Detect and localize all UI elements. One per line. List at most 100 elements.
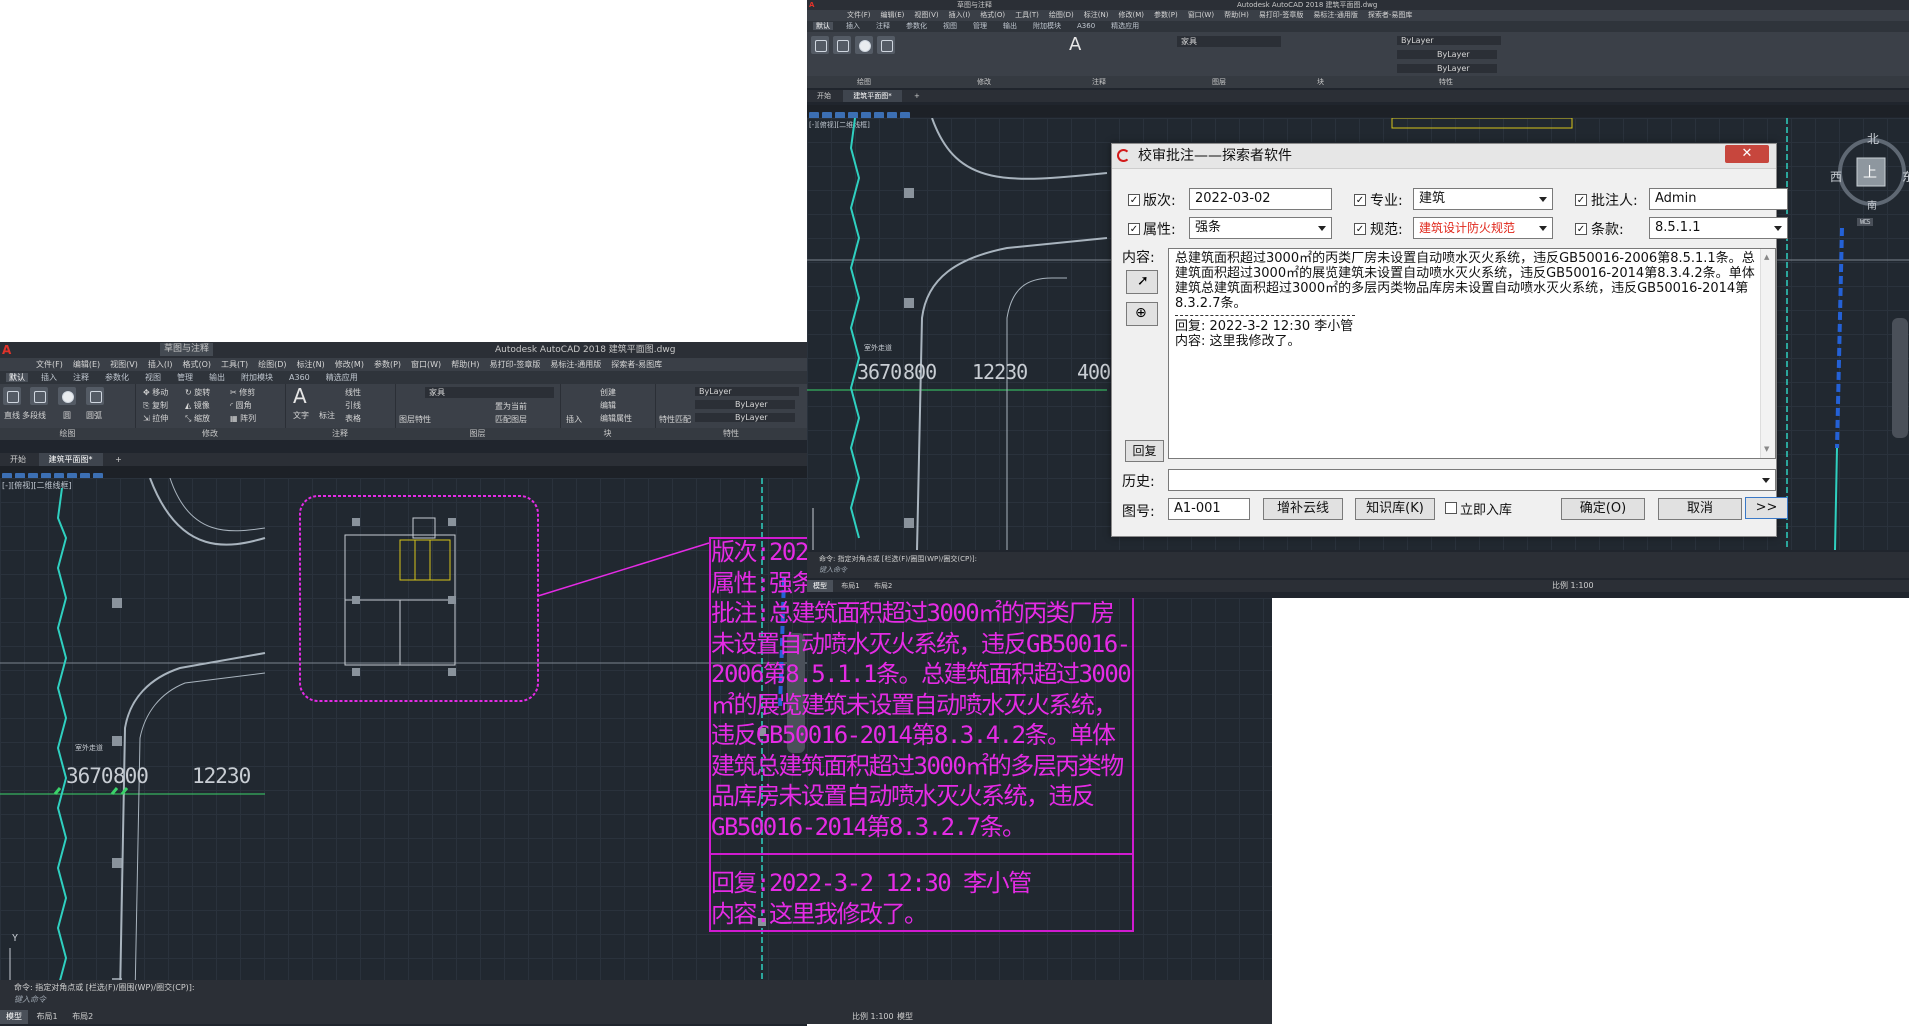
ribbon-tab[interactable]: 输出: [206, 373, 228, 382]
scale-tool[interactable]: ⤡ 缩放: [185, 413, 210, 424]
viewcube-top[interactable]: 上: [1863, 162, 1877, 182]
ribbon-tab[interactable]: 注释: [873, 22, 893, 30]
reply-button[interactable]: 回复: [1125, 440, 1164, 462]
ribbon-tab[interactable]: 精选应用: [323, 373, 361, 382]
layer-properties-tool[interactable]: 图层特性: [399, 414, 431, 425]
edit-block-tool[interactable]: 编辑: [600, 400, 616, 411]
workspace-selector[interactable]: 草图与注释: [957, 0, 992, 10]
menu-item[interactable]: 修改(M): [1118, 11, 1144, 19]
attribute-select[interactable]: 强条: [1189, 217, 1332, 239]
attribute-checkbox[interactable]: ✓: [1128, 223, 1140, 235]
menu-item[interactable]: 探索者-易图库: [611, 360, 662, 369]
match-properties-tool[interactable]: 特性匹配: [659, 414, 691, 425]
tab-start[interactable]: 开始: [807, 90, 841, 102]
knowledge-base-button[interactable]: 知识库(K): [1355, 498, 1435, 520]
ribbon-tab[interactable]: 插入: [843, 22, 863, 30]
ribbon-tab[interactable]: 管理: [970, 22, 990, 30]
new-tab-button[interactable]: +: [105, 453, 132, 466]
major-checkbox[interactable]: ✓: [1354, 194, 1366, 206]
menu-item[interactable]: 探索者-易图库: [1368, 11, 1413, 19]
menu-item[interactable]: 工具(T): [1015, 11, 1039, 19]
menu-item[interactable]: 绘图(D): [258, 360, 286, 369]
menu-item[interactable]: 帮助(H): [1224, 11, 1249, 19]
ribbon-tab[interactable]: 附加模块: [238, 373, 276, 382]
version-checkbox[interactable]: ✓: [1128, 194, 1140, 206]
ribbon-tab[interactable]: 默认: [6, 373, 28, 382]
left-command-line[interactable]: 命令: 指定对角点或 [栏选(F)/圈围(WP)/圈交(CP)]: 键入命令: [0, 980, 807, 1010]
menu-item[interactable]: 参数(P): [1154, 11, 1178, 19]
reviewer-input[interactable]: Admin: [1649, 188, 1788, 210]
arc-tool[interactable]: [877, 36, 895, 54]
pick-point-button[interactable]: ➚: [1126, 270, 1158, 294]
layout-tab-2[interactable]: 布局2: [66, 1010, 99, 1024]
array-tool[interactable]: ▦ 阵列: [230, 413, 256, 424]
code-select[interactable]: 建筑设计防火规范: [1413, 217, 1553, 239]
dim-label[interactable]: 标注: [319, 410, 335, 421]
leader-tool[interactable]: 引线: [345, 400, 361, 411]
autocad-logo-icon[interactable]: A: [809, 0, 814, 10]
clause-select[interactable]: 8.5.1.1: [1649, 217, 1788, 239]
menu-item[interactable]: 视图(V): [914, 11, 938, 19]
layer-dropdown[interactable]: 家具: [425, 387, 554, 398]
trim-tool[interactable]: ✂ 修剪: [230, 387, 255, 398]
ribbon-tab[interactable]: 默认: [813, 22, 833, 30]
clause-checkbox[interactable]: ✓: [1575, 223, 1587, 235]
cancel-button[interactable]: 取消: [1658, 498, 1742, 520]
menu-item[interactable]: 编辑(E): [881, 11, 905, 19]
model-button[interactable]: 模型: [897, 1010, 913, 1024]
right-command-line[interactable]: 命令: 指定对角点或 [栏选(F)/圈围(WP)/圈交(CP)]: 键入命令: [807, 552, 1909, 578]
create-block-tool[interactable]: 创建: [600, 387, 616, 398]
layer-dropdown[interactable]: 家具: [1177, 36, 1281, 47]
ribbon-tab[interactable]: 管理: [174, 373, 196, 382]
layout-tab-model[interactable]: 模型: [807, 580, 833, 592]
wcs-label[interactable]: WCS: [1857, 218, 1873, 226]
stretch-tool[interactable]: ⇲ 拉伸: [143, 413, 168, 424]
match-layer-tool[interactable]: 匹配图层: [495, 414, 527, 425]
circle-tool[interactable]: [58, 387, 76, 405]
menu-item[interactable]: 格式(O): [182, 360, 211, 369]
major-select[interactable]: 建筑: [1413, 188, 1553, 210]
scale-readout[interactable]: 比例 1:100: [1552, 580, 1594, 592]
menu-item[interactable]: 标注(N): [297, 360, 325, 369]
content-scrollbar[interactable]: [1760, 249, 1775, 458]
ribbon-tab[interactable]: 精选应用: [1108, 22, 1142, 30]
table-tool[interactable]: 表格: [345, 413, 361, 424]
menu-item[interactable]: 视图(V): [110, 360, 138, 369]
drawing-no-input[interactable]: A1-001: [1168, 498, 1250, 520]
ribbon-tab[interactable]: 插入: [38, 373, 60, 382]
menu-item[interactable]: 易打印-签章版: [1259, 11, 1304, 19]
command-input[interactable]: 键入命令: [819, 565, 847, 575]
code-checkbox[interactable]: ✓: [1354, 223, 1366, 235]
add-revision-cloud-button[interactable]: 增补云线: [1263, 498, 1343, 520]
locate-button[interactable]: ⊕: [1126, 302, 1158, 326]
menu-item[interactable]: 文件(F): [847, 11, 871, 19]
linetype-dropdown[interactable]: ByLayer: [1397, 50, 1497, 59]
text-tool[interactable]: A: [293, 384, 307, 408]
autocad-logo-icon[interactable]: A: [2, 342, 11, 358]
menu-item[interactable]: 参数(P): [374, 360, 401, 369]
compass-south[interactable]: 南: [1867, 197, 1877, 212]
ribbon-tab[interactable]: 视图: [142, 373, 164, 382]
annotation-reply[interactable]: 回复:2022-3-2 12:30 李小管 内容:这里我修改了。: [711, 868, 1032, 929]
compass-north[interactable]: 北: [1867, 130, 1879, 147]
menu-item[interactable]: 插入(I): [148, 360, 173, 369]
content-textarea[interactable]: 总建筑面积超过3000㎡的丙类厂房未设置自动喷水灭火系统，违反GB50016-2…: [1168, 248, 1776, 459]
lineweight-dropdown[interactable]: ByLayer: [695, 413, 795, 422]
line-tool[interactable]: [811, 36, 829, 54]
text-tool[interactable]: A: [1069, 34, 1081, 55]
layout-tab-1[interactable]: 布局1: [835, 580, 865, 592]
linetype-dropdown[interactable]: ByLayer: [695, 400, 795, 409]
fillet-tool[interactable]: ◜ 圆角: [230, 400, 252, 411]
menu-item[interactable]: 窗口(W): [1188, 11, 1214, 19]
ribbon-tab[interactable]: A360: [286, 373, 313, 382]
edit-attributes-tool[interactable]: 编辑属性: [600, 413, 632, 424]
expand-more-button[interactable]: >>: [1745, 497, 1788, 519]
command-input[interactable]: 键入命令: [14, 994, 46, 1005]
polyline-tool[interactable]: [833, 36, 851, 54]
menu-item[interactable]: 文件(F): [36, 360, 63, 369]
menu-item[interactable]: 插入(I): [949, 11, 971, 19]
compass-west[interactable]: 西: [1830, 168, 1842, 185]
ribbon-tab[interactable]: 附加模块: [1030, 22, 1064, 30]
rotate-tool[interactable]: ↻ 旋转: [185, 387, 210, 398]
ok-button[interactable]: 确定(O): [1561, 498, 1645, 520]
